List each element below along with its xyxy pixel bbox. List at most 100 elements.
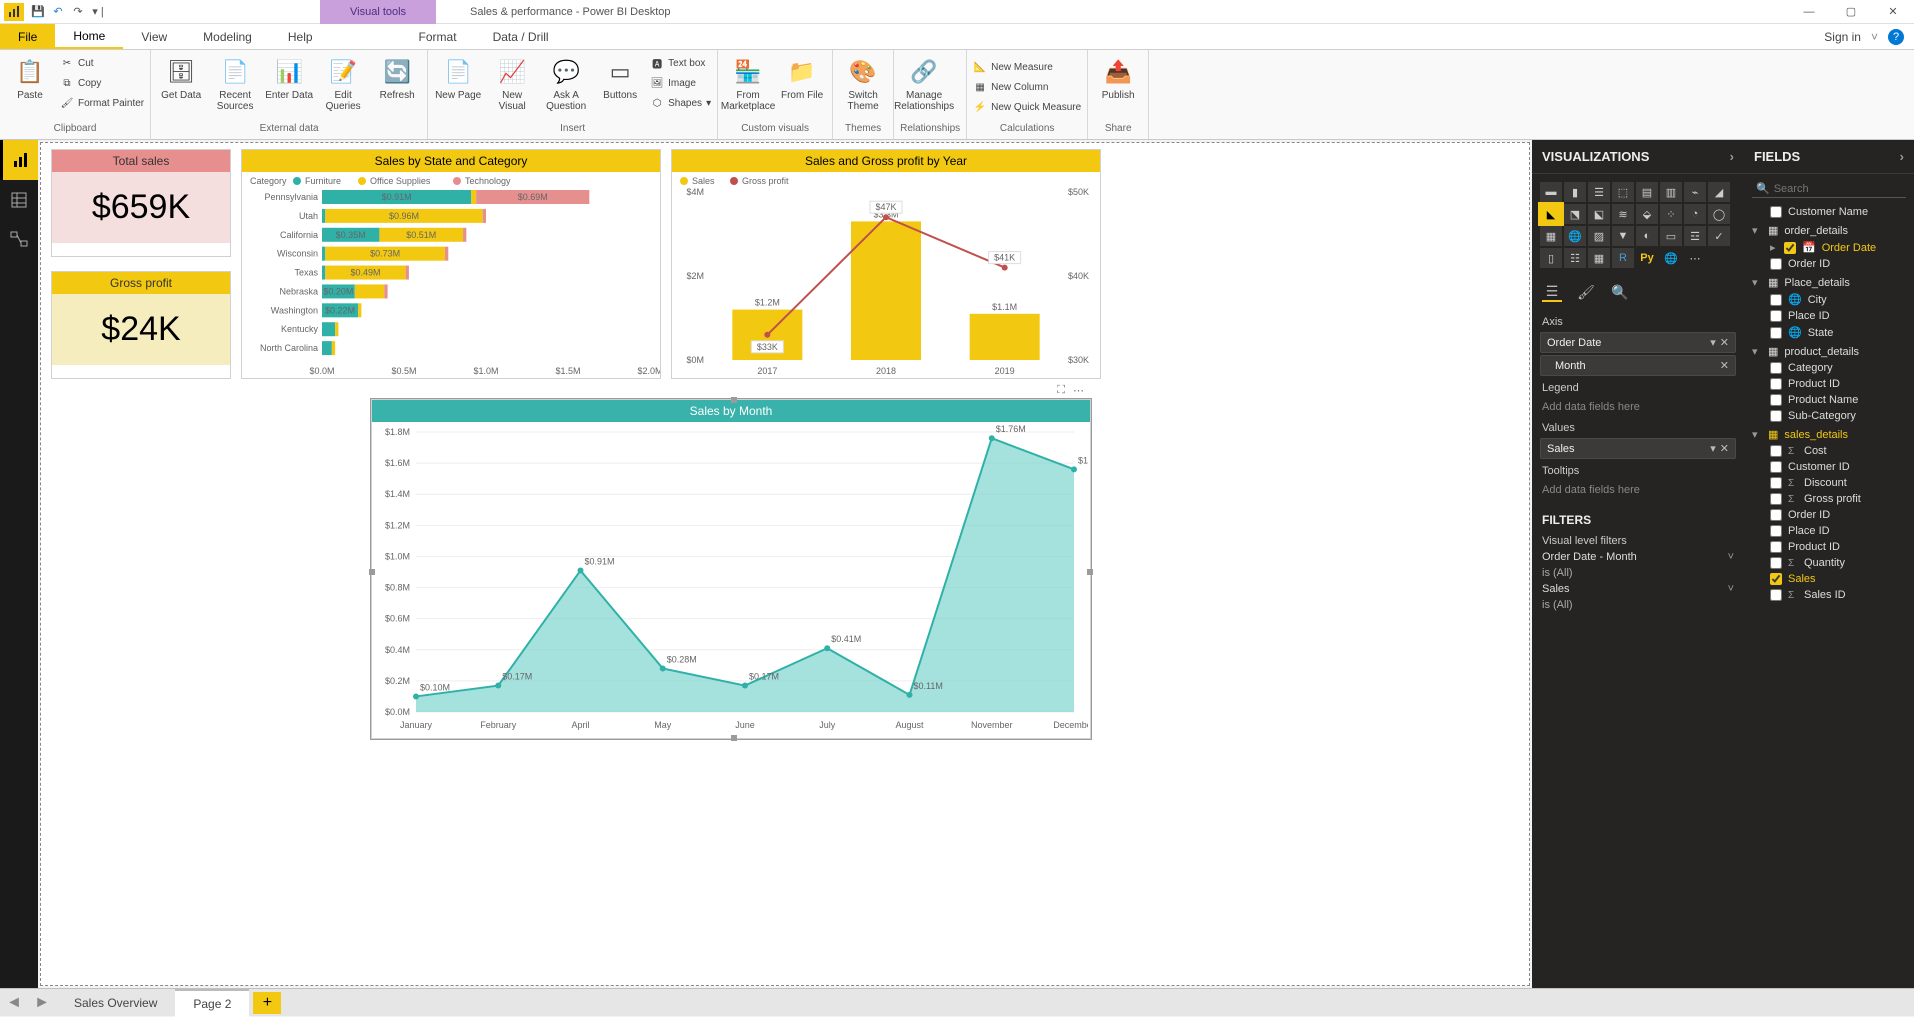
viz-kpi[interactable]: ✓ [1708, 226, 1730, 246]
cut-button[interactable]: ✂Cut [60, 54, 144, 72]
field-place-id-2[interactable]: Place ID [1744, 523, 1914, 539]
remove-icon[interactable]: ✕ [1716, 337, 1729, 349]
field-quantity[interactable]: ΣQuantity [1744, 555, 1914, 571]
chart-sales-by-state[interactable]: Sales by State and Category CategoryFurn… [241, 149, 661, 379]
refresh-button[interactable]: 🔄Refresh [373, 54, 421, 101]
paste-button[interactable]: 📋Paste [6, 54, 54, 101]
well-axis-month[interactable]: Month✕ [1540, 355, 1736, 376]
collapse-icon[interactable]: › [1730, 149, 1734, 164]
table-order-details[interactable]: ▾▦order_details [1744, 220, 1914, 239]
viz-stacked-area[interactable]: ◣ [1540, 204, 1562, 224]
viz-stacked-bar[interactable]: ▬ [1540, 182, 1562, 202]
from-file-button[interactable]: 📁From File [778, 54, 826, 101]
recent-sources-button[interactable]: 📄Recent Sources [211, 54, 259, 112]
tab-home[interactable]: Home [55, 24, 123, 49]
viz-arc[interactable]: 🌐 [1660, 248, 1682, 268]
tab-view[interactable]: View [123, 24, 185, 49]
manage-relationships-button[interactable]: 🔗Manage Relationships [900, 54, 948, 112]
field-place-id[interactable]: Place ID [1744, 308, 1914, 324]
search-input[interactable] [1774, 183, 1914, 195]
help-icon[interactable]: ? [1888, 29, 1904, 45]
viz-funnel[interactable]: ▼ [1612, 226, 1634, 246]
table-sales-details[interactable]: ▾▦sales_details [1744, 424, 1914, 443]
new-column-button[interactable]: ▦New Column [973, 78, 1081, 96]
close-button[interactable]: ✕ [1872, 0, 1914, 24]
table-product-details[interactable]: ▾▦product_details [1744, 341, 1914, 360]
field-product-id[interactable]: Product ID [1744, 376, 1914, 392]
new-measure-button[interactable]: 📐New Measure [973, 58, 1081, 76]
collapse-icon[interactable]: › [1900, 149, 1904, 164]
viz-treemap[interactable]: ▦ [1540, 226, 1562, 246]
signin-link[interactable]: Sign in [1824, 30, 1861, 44]
viz-map[interactable]: 🌐 [1564, 226, 1586, 246]
next-page-button[interactable]: ► [28, 994, 56, 1012]
viz-line-clust[interactable]: ⬕ [1588, 204, 1610, 224]
field-category[interactable]: Category [1744, 360, 1914, 376]
chevron-down-icon[interactable]: ˅ [1871, 30, 1878, 44]
field-gross-profit[interactable]: ΣGross profit [1744, 491, 1914, 507]
field-order-date[interactable]: ▸📅Order Date [1744, 239, 1914, 256]
page-tab-2[interactable]: Page 2 [175, 989, 249, 1017]
nav-model-icon[interactable] [0, 220, 38, 260]
well-tooltips-empty[interactable]: Add data fields here [1540, 481, 1736, 499]
image-button[interactable]: 🖼Image [650, 74, 711, 92]
nav-data-icon[interactable] [0, 180, 38, 220]
redo-icon[interactable]: ↷ [68, 5, 88, 18]
field-state[interactable]: 🌐State [1744, 324, 1914, 341]
viz-donut[interactable]: ◯ [1708, 204, 1730, 224]
chart-sales-gp-year[interactable]: Sales and Gross profit by Year SalesGros… [671, 149, 1101, 379]
format-tab-icon[interactable]: 🖌 [1576, 282, 1596, 302]
prev-page-button[interactable]: ◄ [0, 994, 28, 1012]
edit-queries-button[interactable]: 📝Edit Queries [319, 54, 367, 112]
nav-report-icon[interactable] [0, 140, 38, 180]
viz-gauge[interactable]: ◐ [1636, 226, 1658, 246]
publish-button[interactable]: 📤Publish [1094, 54, 1142, 101]
well-legend-empty[interactable]: Add data fields here [1540, 398, 1736, 416]
tab-format[interactable]: Format [401, 24, 475, 49]
field-sub-category[interactable]: Sub-Category [1744, 408, 1914, 424]
field-order-id[interactable]: Order ID [1744, 256, 1914, 272]
minimize-button[interactable]: — [1788, 0, 1830, 24]
field-cost[interactable]: ΣCost [1744, 443, 1914, 459]
viz-more[interactable]: ⋯ [1684, 248, 1706, 268]
fields-search[interactable]: 🔍 [1752, 180, 1906, 198]
copy-button[interactable]: ⧉Copy [60, 74, 144, 92]
tab-help[interactable]: Help [270, 24, 331, 49]
tab-modeling[interactable]: Modeling [185, 24, 270, 49]
get-data-button[interactable]: 🗄Get Data [157, 54, 205, 101]
page-tab-1[interactable]: Sales Overview [56, 989, 175, 1017]
remove-icon[interactable]: ✕ [1716, 443, 1729, 455]
field-product-name[interactable]: Product Name [1744, 392, 1914, 408]
viz-card[interactable]: ▭ [1660, 226, 1682, 246]
viz-slicer[interactable]: ▯ [1540, 248, 1562, 268]
chart-sales-by-month[interactable]: ⛶ ⋯ Sales by Month $0.0M$0.2M$0.4M$0.6M$… [371, 399, 1091, 739]
viz-ribbon[interactable]: ≋ [1612, 204, 1634, 224]
viz-100col[interactable]: ▥ [1660, 182, 1682, 202]
field-sales-id[interactable]: ΣSales ID [1744, 587, 1914, 603]
viz-r[interactable]: R [1612, 248, 1634, 268]
add-page-button[interactable]: + [253, 992, 281, 1014]
viz-py[interactable]: Py [1636, 248, 1658, 268]
viz-multirow[interactable]: ☲ [1684, 226, 1706, 246]
tab-datadrill[interactable]: Data / Drill [475, 24, 567, 49]
switch-theme-button[interactable]: 🎨Switch Theme [839, 54, 887, 112]
format-painter-button[interactable]: 🖌Format Painter [60, 94, 144, 112]
viz-table[interactable]: ☷ [1564, 248, 1586, 268]
well-axis-order-date[interactable]: Order Date▾✕ [1540, 332, 1736, 353]
viz-matrix[interactable]: ▦ [1588, 248, 1610, 268]
table-place-details[interactable]: ▾▦Place_details [1744, 272, 1914, 291]
filter-sales[interactable]: Sales˅ [1532, 581, 1744, 597]
new-page-button[interactable]: 📄New Page [434, 54, 482, 101]
new-visual-button[interactable]: 📈New Visual [488, 54, 536, 112]
card-total-sales[interactable]: Total sales $659K [51, 149, 231, 257]
qat-dropdown[interactable]: ▾ | [88, 5, 108, 18]
viz-clustered-bar[interactable]: ☰ [1588, 182, 1610, 202]
viz-pie[interactable]: ◔ [1684, 204, 1706, 224]
viz-100bar[interactable]: ▤ [1636, 182, 1658, 202]
more-options-icon[interactable]: ⋯ [1073, 384, 1084, 397]
well-values-sales[interactable]: Sales▾✕ [1540, 438, 1736, 459]
focus-mode-icon[interactable]: ⛶ [1057, 384, 1065, 397]
ask-question-button[interactable]: 💬Ask A Question [542, 54, 590, 112]
fields-tab-icon[interactable]: ☰ [1542, 282, 1562, 302]
buttons-button[interactable]: ▭Buttons [596, 54, 644, 101]
